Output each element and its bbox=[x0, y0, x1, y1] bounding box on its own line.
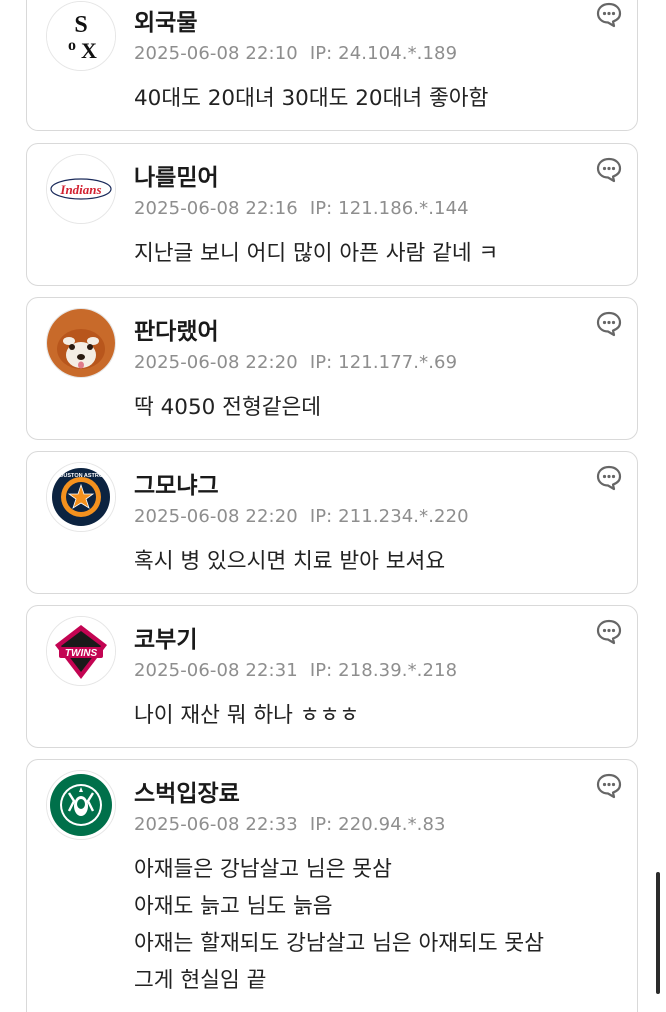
twins-wordmark: TWINS bbox=[65, 648, 98, 659]
comment-line: 40대도 20대녀 30대도 20대녀 좋아함 bbox=[134, 86, 489, 111]
avatar-astros-logo[interactable]: HOUSTON ASTROS bbox=[46, 462, 116, 532]
speech-bubble-icon[interactable] bbox=[595, 464, 623, 492]
comment-meta: 2025-06-08 22:33 IP: 220.94.*.83 bbox=[134, 814, 446, 835]
comment-nickname[interactable]: 나를믿어 bbox=[134, 158, 219, 192]
comment-meta: 2025-06-08 22:10 IP: 24.104.*.189 bbox=[134, 43, 457, 64]
comment-body: 40대도 20대녀 30대도 20대녀 좋아함 bbox=[134, 80, 488, 117]
comment-card: HOUSTON ASTROS 그모냐그 2025-06-08 22:20 IP: … bbox=[26, 451, 638, 594]
avatar-starbucks-logo[interactable] bbox=[46, 770, 116, 840]
svg-text:o: o bbox=[68, 37, 76, 54]
comment-body: 딱 4050 전형같은데 bbox=[134, 389, 321, 426]
comment-card: Indians 나를믿어 2025-06-08 22:16 IP: 121.186… bbox=[26, 143, 638, 286]
comment-line: 그게 현실임 끝 bbox=[134, 968, 267, 993]
speech-bubble-icon[interactable] bbox=[595, 772, 623, 800]
comment-line: 혹시 병 있으시면 치료 받아 보셔요 bbox=[134, 549, 446, 574]
comment-ip: 218.39.*.218 bbox=[338, 660, 458, 681]
comment-body: 나이 재산 뭐 하나 ㅎㅎㅎ bbox=[134, 697, 359, 734]
ip-label: IP: bbox=[309, 814, 333, 835]
speech-bubble-icon[interactable] bbox=[595, 156, 623, 184]
comment-line: 아재는 할재되도 강남살고 님은 아재되도 못삼 bbox=[134, 931, 544, 956]
ip-label: IP: bbox=[309, 352, 333, 373]
comment-ip: 24.104.*.189 bbox=[338, 43, 458, 64]
ip-label: IP: bbox=[309, 506, 333, 527]
comment-date: 2025-06-08 22:10 bbox=[134, 43, 298, 64]
svg-text:S: S bbox=[74, 12, 87, 38]
comment-nickname[interactable]: 판다랬어 bbox=[134, 312, 219, 346]
comment-ip: 211.234.*.220 bbox=[338, 506, 469, 527]
comment-line: 지난글 보니 어디 많이 아픈 사람 같네 ㅋ bbox=[134, 241, 499, 266]
astros-wordmark: HOUSTON ASTROS bbox=[55, 473, 107, 479]
comment-meta: 2025-06-08 22:16 IP: 121.186.*.144 bbox=[134, 198, 469, 219]
comment-card: 판다랬어 2025-06-08 22:20 IP: 121.177.*.69 딱 … bbox=[26, 297, 638, 440]
svg-text:X: X bbox=[81, 38, 97, 63]
comment-nickname[interactable]: 코부기 bbox=[134, 620, 197, 654]
comment-body: 혹시 병 있으시면 치료 받아 보셔요 bbox=[134, 543, 445, 580]
comment-line: 아재들은 강남살고 님은 못삼 bbox=[134, 857, 392, 882]
ip-label: IP: bbox=[309, 43, 333, 64]
comment-meta: 2025-06-08 22:20 IP: 121.177.*.69 bbox=[134, 352, 457, 373]
comment-card: S o X 외국물 2025-06-08 22:10 IP: 24.104.*.1… bbox=[26, 0, 638, 131]
comment-nickname[interactable]: 그모냐그 bbox=[134, 466, 219, 500]
comment-date: 2025-06-08 22:20 bbox=[134, 352, 298, 373]
ip-label: IP: bbox=[309, 660, 333, 681]
avatar-red-panda-photo[interactable] bbox=[46, 308, 116, 378]
ip-label: IP: bbox=[309, 198, 333, 219]
speech-bubble-icon[interactable] bbox=[595, 310, 623, 338]
comment-line: 나이 재산 뭐 하나 ㅎㅎㅎ bbox=[134, 703, 360, 728]
comment-body: 지난글 보니 어디 많이 아픈 사람 같네 ㅋ bbox=[134, 235, 498, 272]
speech-bubble-icon[interactable] bbox=[595, 618, 623, 646]
comment-list[interactable]: S o X 외국물 2025-06-08 22:10 IP: 24.104.*.1… bbox=[0, 0, 666, 1012]
comment-date: 2025-06-08 22:33 bbox=[134, 814, 298, 835]
speech-bubble-icon[interactable] bbox=[595, 1, 623, 29]
comment-ip: 220.94.*.83 bbox=[338, 814, 446, 835]
comment-line: 딱 4050 전형같은데 bbox=[134, 395, 322, 420]
avatar-white-sox-logo[interactable]: S o X bbox=[46, 1, 116, 71]
comment-card: 스벅입장료 2025-06-08 22:33 IP: 220.94.*.83 아재… bbox=[26, 759, 638, 1012]
avatar-lg-twins-logo[interactable]: TWINS bbox=[46, 616, 116, 686]
comment-nickname[interactable]: 스벅입장료 bbox=[134, 774, 240, 808]
comment-meta: 2025-06-08 22:20 IP: 211.234.*.220 bbox=[134, 506, 469, 527]
comment-date: 2025-06-08 22:16 bbox=[134, 198, 298, 219]
comment-nickname[interactable]: 외국물 bbox=[134, 3, 197, 37]
comment-ip: 121.177.*.69 bbox=[338, 352, 458, 373]
comment-ip: 121.186.*.144 bbox=[338, 198, 469, 219]
scrollbar-thumb[interactable] bbox=[656, 872, 660, 994]
indians-wordmark: Indians bbox=[59, 182, 101, 197]
comment-meta: 2025-06-08 22:31 IP: 218.39.*.218 bbox=[134, 660, 457, 681]
comment-line: 아재도 늙고 님도 늙음 bbox=[134, 894, 333, 919]
comment-date: 2025-06-08 22:31 bbox=[134, 660, 298, 681]
comment-card: TWINS 코부기 2025-06-08 22:31 IP: 218.39.*.2… bbox=[26, 605, 638, 748]
comment-body: 아재들은 강남살고 님은 못삼 아재도 늙고 님도 늙음 아재는 할재되도 강남… bbox=[134, 851, 544, 999]
avatar-indians-logo[interactable]: Indians bbox=[46, 154, 116, 224]
comment-date: 2025-06-08 22:20 bbox=[134, 506, 298, 527]
